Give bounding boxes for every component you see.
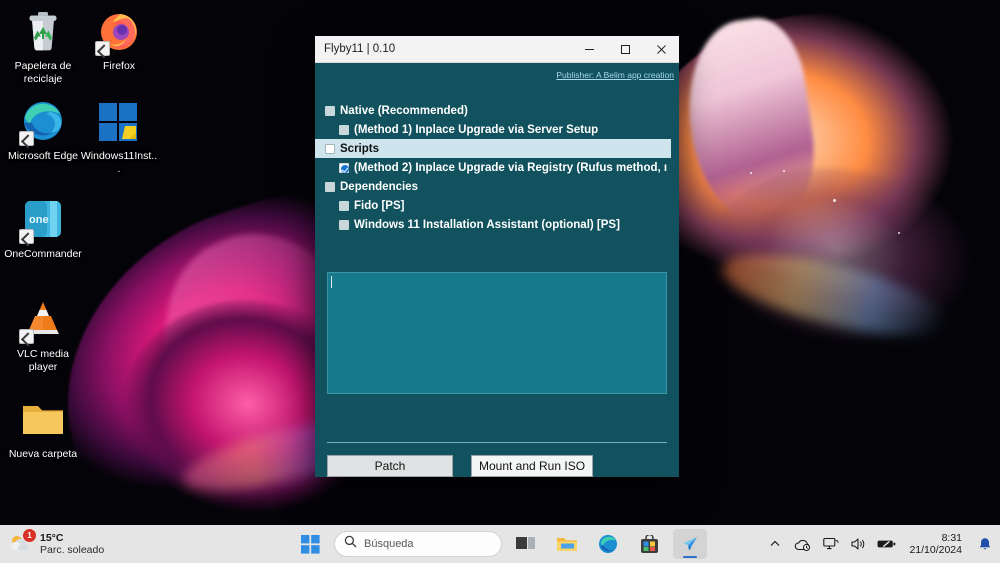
wallpaper-sparkle xyxy=(750,172,752,174)
desktop-icon-label: VLC media player xyxy=(17,348,69,373)
shortcut-arrow-icon xyxy=(19,329,34,344)
desktop-icon-edge[interactable]: Microsoft Edge xyxy=(4,98,82,163)
desktop-icon-onecommander[interactable]: one OneCommander xyxy=(4,196,82,261)
options-tree[interactable]: Native (Recommended) (Method 1) Inplace U… xyxy=(315,79,679,234)
recycle-bin-icon xyxy=(19,8,67,56)
checkbox-filled-icon[interactable] xyxy=(325,181,335,192)
tree-item-label: Dependencies xyxy=(340,180,418,193)
publisher-row: Publisher: A Belim app creation xyxy=(315,63,679,80)
taskbar[interactable]: 1 15°C Parc. soleado Búsqueda 8:31 21/10… xyxy=(0,525,1000,563)
weather-condition: Parc. soleado xyxy=(40,544,105,556)
taskbar-item-microsoft-edge[interactable] xyxy=(591,529,625,559)
wallpaper-rainbow-upper xyxy=(716,238,954,352)
firefox-icon xyxy=(95,8,143,56)
tree-item-label: Scripts xyxy=(340,142,379,155)
notification-bell-icon[interactable] xyxy=(975,535,994,554)
wallpaper-sparkle xyxy=(833,199,836,202)
desktop-icon-label: Microsoft Edge xyxy=(7,150,79,162)
log-textarea[interactable] xyxy=(327,272,667,394)
shortcut-arrow-icon xyxy=(19,131,34,146)
taskbar-center-group: Búsqueda xyxy=(293,529,707,559)
desktop-icon-label: Nueva carpeta xyxy=(8,448,78,460)
checkbox-filled-icon[interactable] xyxy=(339,219,349,230)
tree-item-label: Native (Recommended) xyxy=(340,104,468,117)
window-title: Flyby11 | 0.10 xyxy=(324,43,396,55)
search-box[interactable]: Búsqueda xyxy=(334,531,502,557)
checkbox-checked-icon[interactable] xyxy=(339,162,349,173)
shortcut-arrow-icon xyxy=(19,229,34,244)
text-caret xyxy=(331,276,332,288)
tree-item-label: Windows 11 Installation Assistant (optio… xyxy=(354,218,620,231)
wallpaper-sparkle xyxy=(898,232,900,234)
onecommander-icon: one xyxy=(19,196,67,244)
clock-date: 21/10/2024 xyxy=(909,544,962,556)
window-button-bar: Patch Mount and Run ISO xyxy=(315,443,679,477)
search-icon xyxy=(344,535,357,553)
tree-item-label: Fido [PS] xyxy=(354,199,405,212)
tree-item[interactable]: Windows 11 Installation Assistant (optio… xyxy=(315,215,679,234)
desktop-icon-label: Firefox xyxy=(102,60,136,72)
flyby11-window[interactable]: Flyby11 | 0.10 Publisher: A Belim app cr… xyxy=(315,36,679,477)
tree-item[interactable]: (Method 1) Inplace Upgrade via Server Se… xyxy=(315,120,679,139)
desktop-icon-firefox[interactable]: Firefox xyxy=(80,8,158,73)
desktop-icon-folder[interactable]: Nueva carpeta xyxy=(4,396,82,461)
minimize-button[interactable] xyxy=(571,36,607,63)
weather-widget[interactable]: 1 15°C Parc. soleado xyxy=(0,529,300,557)
wallpaper-sparkle xyxy=(783,170,785,172)
tree-item-label: (Method 2) Inplace Upgrade via Registry … xyxy=(354,161,668,174)
desktop-icon-label: OneCommander xyxy=(4,248,82,260)
vlc-icon xyxy=(19,296,67,344)
tree-item[interactable]: (Method 2) Inplace Upgrade via Registry … xyxy=(315,158,679,177)
weather-temperature: 15°C xyxy=(40,532,64,544)
search-placeholder: Búsqueda xyxy=(364,538,414,550)
edge-icon xyxy=(19,98,67,146)
notification-badge: 1 xyxy=(23,529,36,542)
desktop-icon-windows-installer[interactable]: Windows11Inst... xyxy=(80,98,158,175)
taskbar-item-file-explorer[interactable] xyxy=(550,529,584,559)
checkbox-filled-icon[interactable] xyxy=(339,200,349,211)
mount-and-run-iso-button[interactable]: Mount and Run ISO xyxy=(471,455,593,477)
window-titlebar[interactable]: Flyby11 | 0.10 xyxy=(315,36,679,63)
clock-time: 8:31 xyxy=(941,532,962,544)
onedrive-icon[interactable] xyxy=(793,535,812,554)
show-hidden-icons-icon[interactable] xyxy=(765,535,784,554)
taskbar-item-flyby11[interactable] xyxy=(673,529,707,559)
battery-icon[interactable] xyxy=(877,535,896,554)
desktop-icon-recycle-bin[interactable]: Papelera de reciclaje xyxy=(4,8,82,85)
partly-cloudy-icon: 1 xyxy=(8,529,36,557)
desktop-icon-vlc[interactable]: VLC media player xyxy=(4,296,82,373)
svg-text:one: one xyxy=(29,214,49,226)
checkbox-filled-icon[interactable] xyxy=(325,105,335,116)
weather-text: 15°C Parc. soleado xyxy=(40,532,104,556)
tree-item[interactable]: Scripts xyxy=(315,139,671,158)
tree-item[interactable]: Dependencies xyxy=(315,177,679,196)
checkbox-filled-icon[interactable] xyxy=(339,124,349,135)
desktop[interactable]: Papelera de reciclaje Firefox Microsoft Ed… xyxy=(0,0,1000,563)
shortcut-arrow-icon xyxy=(95,41,110,56)
windows-installer-icon xyxy=(95,98,143,146)
log-panel-wrapper xyxy=(315,234,679,428)
wallpaper-ribbon-orange-shadow xyxy=(682,146,1000,424)
wallpaper-ribbon-orange-tail xyxy=(676,12,824,228)
tree-item[interactable]: Fido [PS] xyxy=(315,196,679,215)
taskbar-item-microsoft-store[interactable] xyxy=(632,529,666,559)
network-icon[interactable] xyxy=(821,535,840,554)
folder-icon xyxy=(19,396,67,444)
maximize-button[interactable] xyxy=(607,36,643,63)
system-tray: 8:31 21/10/2024 xyxy=(765,532,994,556)
start-button[interactable] xyxy=(293,529,327,559)
tree-item[interactable]: Native (Recommended) xyxy=(315,101,679,120)
taskbar-item-taskview[interactable] xyxy=(509,529,543,559)
checkbox-empty-icon[interactable] xyxy=(325,143,335,154)
close-button[interactable] xyxy=(643,36,679,63)
desktop-icon-label: Windows11Inst... xyxy=(80,150,158,175)
clock[interactable]: 8:31 21/10/2024 xyxy=(905,532,966,556)
tree-item-label: (Method 1) Inplace Upgrade via Server Se… xyxy=(354,123,599,136)
volume-icon[interactable] xyxy=(849,535,868,554)
desktop-icon-label: Papelera de reciclaje xyxy=(14,60,72,85)
patch-button[interactable]: Patch xyxy=(327,455,453,477)
